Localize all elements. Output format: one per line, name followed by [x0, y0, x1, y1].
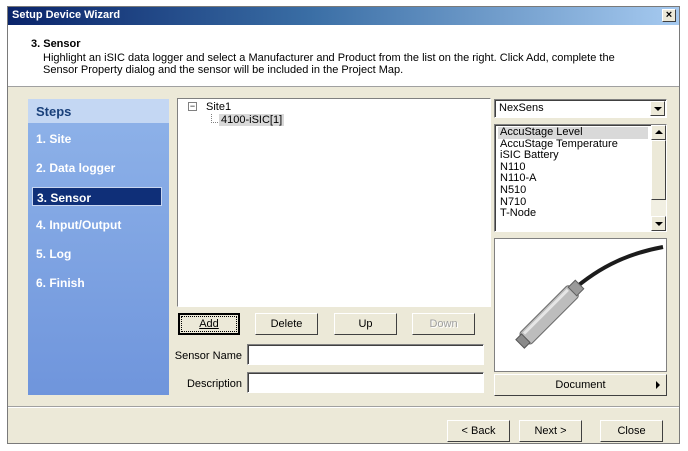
- close-icon: ×: [665, 9, 673, 21]
- add-button[interactable]: Add: [178, 313, 240, 335]
- add-button-label: Add: [199, 318, 219, 330]
- step-sensor[interactable]: 3. Sensor: [32, 187, 162, 206]
- project-tree[interactable]: − Site1 4100-iSIC[1]: [177, 98, 491, 307]
- steps-panel: Steps 1. Site 2. Data logger 3. Sensor 4…: [28, 99, 169, 395]
- tree-node-site[interactable]: Site1: [206, 101, 231, 113]
- product-list[interactable]: AccuStage Level AccuStage Temperature iSIC…: [494, 124, 667, 232]
- step-site[interactable]: 1. Site: [32, 129, 162, 148]
- step-finish[interactable]: 6. Finish: [32, 273, 162, 292]
- back-button[interactable]: < Back: [447, 420, 510, 442]
- close-button-label: Close: [617, 425, 646, 437]
- document-button-label: Document: [555, 379, 606, 391]
- chevron-right-icon: [656, 381, 660, 389]
- scroll-down-button[interactable]: [651, 216, 666, 231]
- step-log[interactable]: 5. Log: [32, 244, 162, 263]
- step-data-logger[interactable]: 2. Data logger: [32, 158, 162, 177]
- description-label: Description: [186, 378, 242, 390]
- chevron-down-icon: [654, 107, 662, 111]
- sensor-name-input[interactable]: [247, 344, 484, 365]
- scroll-down-icon: [655, 222, 663, 226]
- product-list-item[interactable]: N510: [498, 185, 648, 197]
- product-list-item[interactable]: T-Node: [498, 208, 648, 220]
- up-button[interactable]: Up: [334, 313, 397, 335]
- step-input-output[interactable]: 4. Input/Output: [32, 215, 162, 234]
- down-button[interactable]: Down: [412, 313, 475, 335]
- manufacturer-dropdown-button[interactable]: [650, 101, 665, 116]
- scroll-up-button[interactable]: [651, 125, 666, 140]
- tree-node-data-logger[interactable]: 4100-iSIC[1]: [219, 114, 285, 126]
- description-input[interactable]: [247, 372, 484, 393]
- manufacturer-selected: NexSens: [499, 102, 544, 114]
- product-list-items: AccuStage Level AccuStage Temperature iSIC…: [498, 127, 648, 220]
- sensor-image: [494, 238, 667, 372]
- scroll-up-icon: [655, 130, 663, 134]
- sensor-probe-icon: [515, 245, 664, 349]
- delete-button-label: Delete: [270, 318, 303, 330]
- next-button-label: Next >: [534, 425, 567, 437]
- title-bar: Setup Device Wizard ×: [8, 7, 679, 25]
- wizard-header: 3. Sensor Highlight an iSIC data logger …: [8, 25, 679, 87]
- scroll-thumb[interactable]: [651, 140, 666, 200]
- steps-heading-label: Steps: [36, 104, 72, 119]
- up-button-label: Up: [358, 318, 373, 330]
- close-button[interactable]: Close: [600, 420, 663, 442]
- document-button[interactable]: Document: [494, 374, 667, 396]
- back-button-label: < Back: [461, 425, 496, 437]
- delete-button[interactable]: Delete: [255, 313, 318, 335]
- collapse-icon[interactable]: −: [188, 102, 197, 111]
- page-title: 3. Sensor: [31, 38, 81, 50]
- manufacturer-select[interactable]: NexSens: [494, 99, 667, 118]
- product-list-item[interactable]: AccuStage Level: [498, 127, 648, 139]
- setup-device-wizard-window: Setup Device Wizard × 3. Sensor Highligh…: [7, 6, 680, 444]
- close-window-button[interactable]: ×: [662, 9, 676, 22]
- product-list-scrollbar[interactable]: [651, 125, 666, 231]
- page-description: Highlight an iSIC data logger and select…: [43, 52, 615, 76]
- sensor-name-label: Sensor Name: [174, 350, 242, 362]
- down-button-label: Down: [429, 318, 458, 330]
- window-title: Setup Device Wizard: [12, 9, 121, 21]
- steps-heading: Steps: [28, 99, 169, 123]
- next-button[interactable]: Next >: [519, 420, 582, 442]
- footer-divider: [8, 406, 679, 408]
